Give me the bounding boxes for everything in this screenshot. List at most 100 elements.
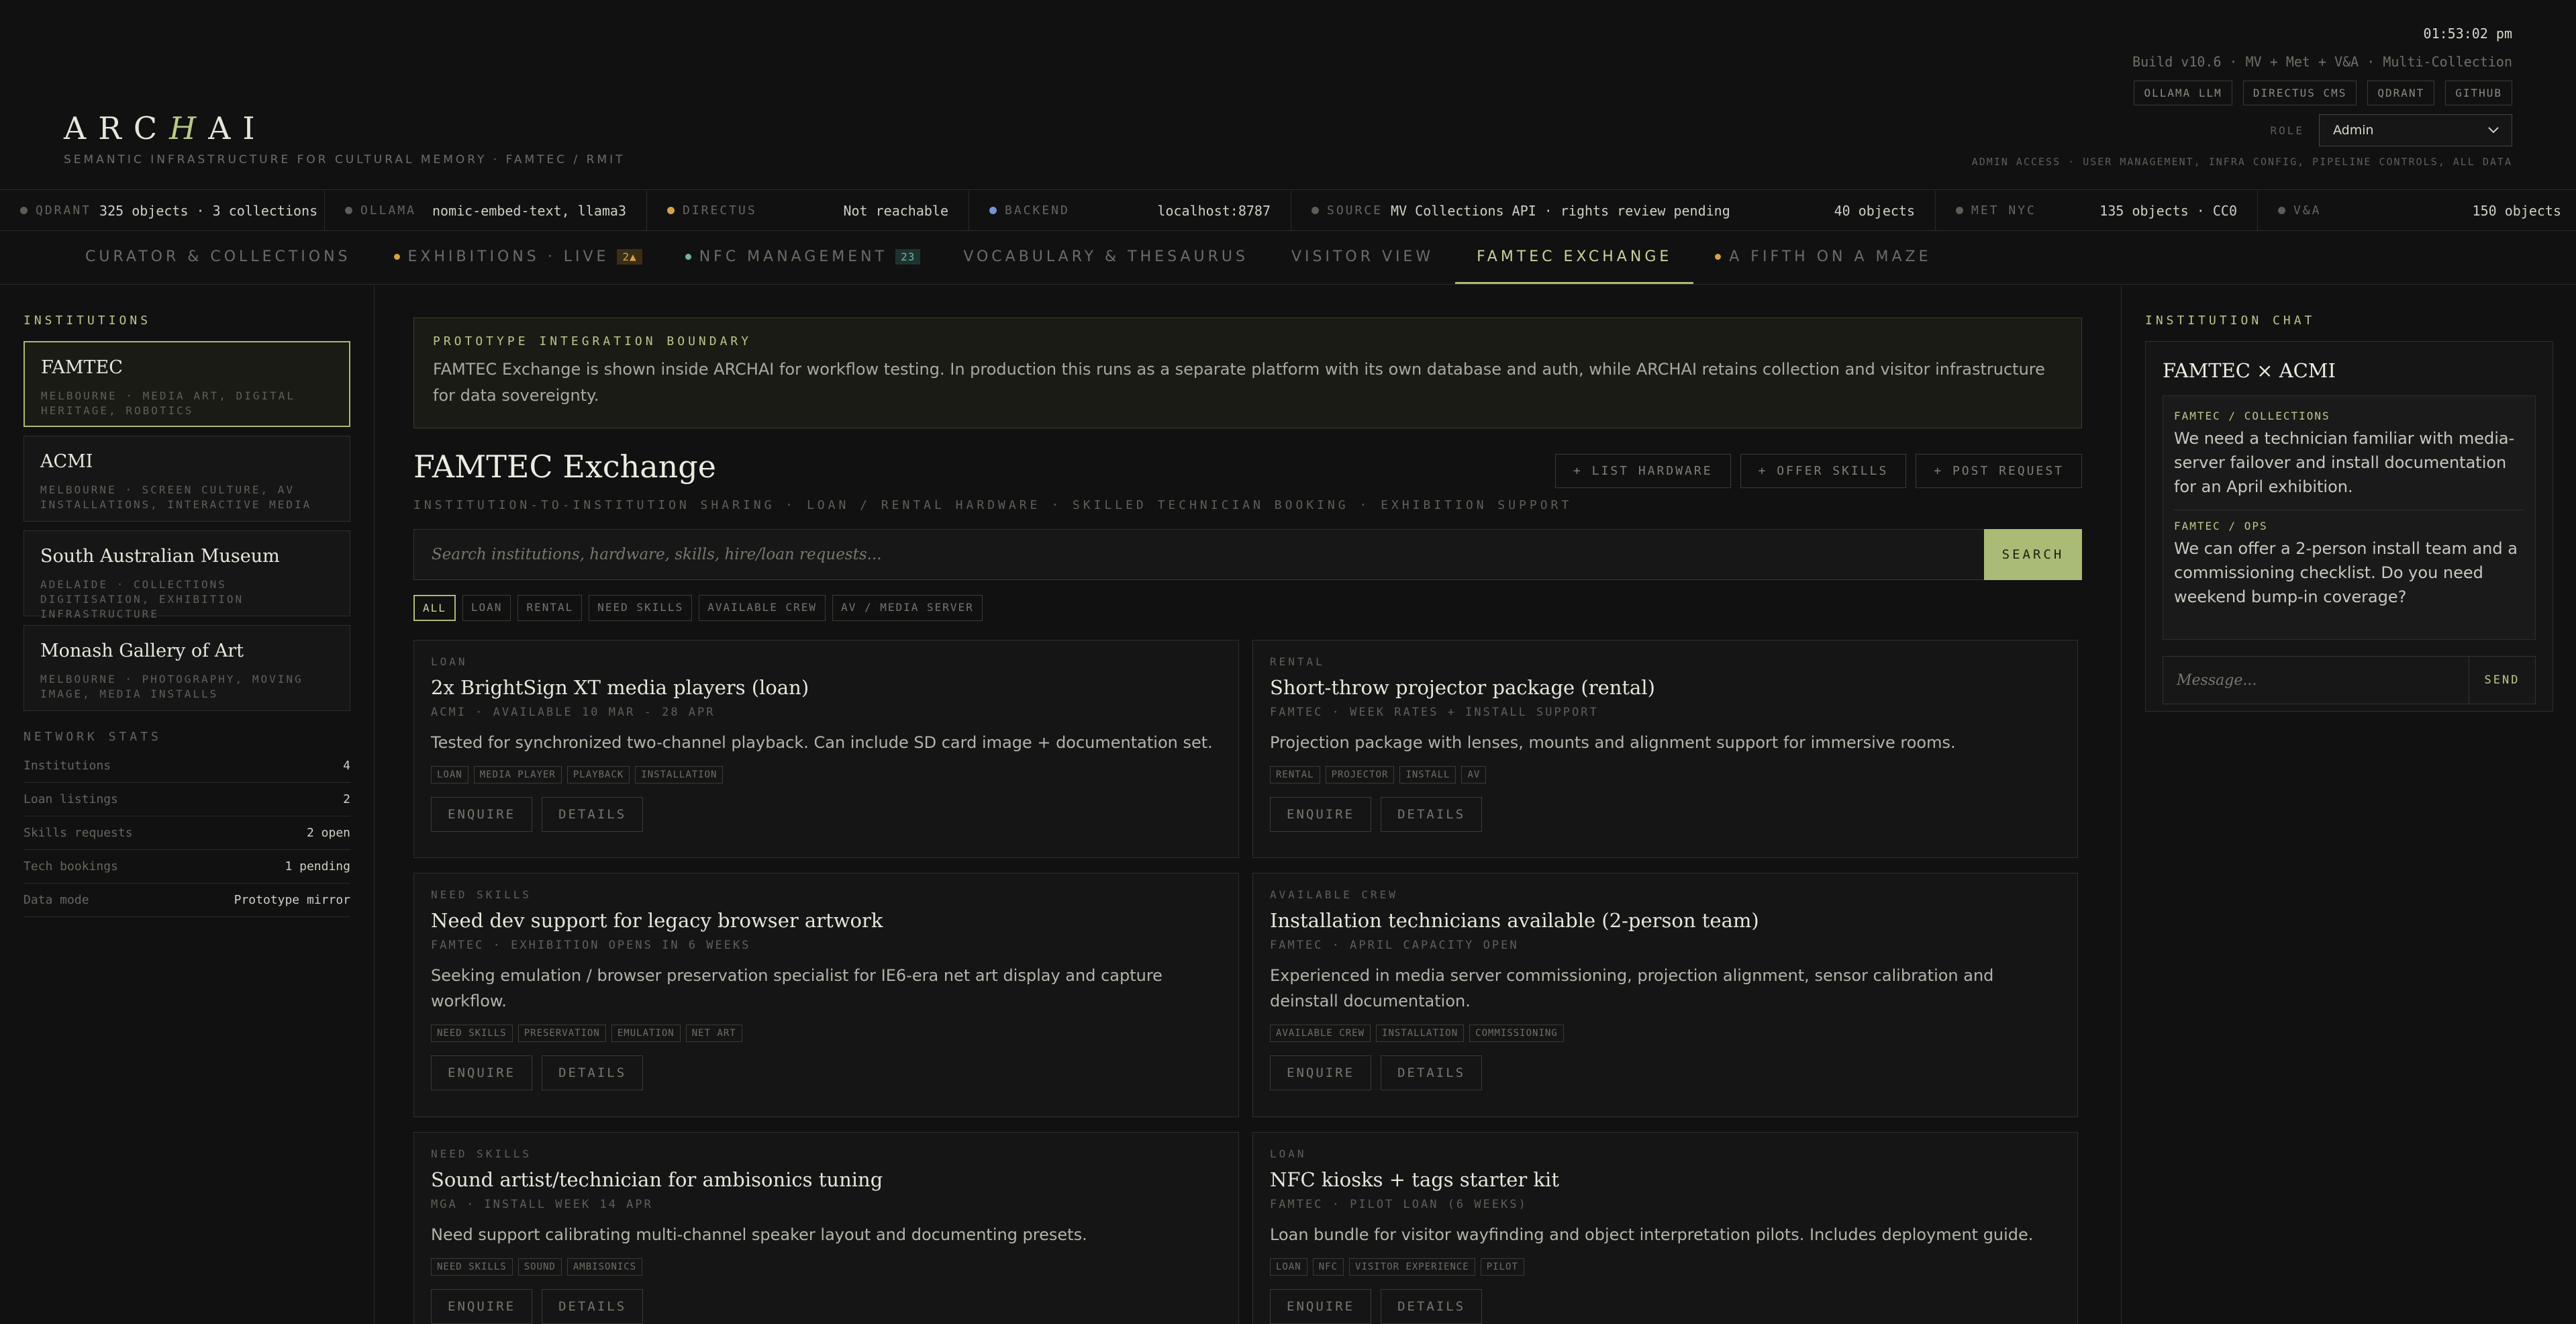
filter-rental[interactable]: RENTAL (517, 595, 583, 621)
tag: PROJECTOR (1325, 766, 1395, 784)
tab-vocabulary-thesaurus[interactable]: VOCABULARY & THESAURUS (942, 232, 1270, 284)
stat-row: Institutions 4 (23, 749, 350, 783)
listing-type: LOAN (1270, 1147, 1307, 1160)
stat-value: 1 pending (285, 859, 350, 873)
filter-av-media-server[interactable]: AV / MEDIA SERVER (832, 595, 983, 621)
chat-messages[interactable]: FAMTEC / COLLECTIONS We need a technicia… (2163, 395, 2536, 640)
stat-row: Skills requests 2 open (23, 816, 350, 850)
stat-row: Loan listings 2 (23, 783, 350, 816)
listing-buttons: ENQUIRE DETAILS (431, 1289, 1222, 1324)
tab-famtec-exchange[interactable]: FAMTEC EXCHANGE (1455, 232, 1694, 284)
offer-skills-button[interactable]: + OFFER SKILLS (1740, 454, 1907, 488)
filter-loan[interactable]: LOAN (462, 595, 511, 621)
details-button[interactable]: DETAILS (1381, 1289, 1483, 1324)
tab-exhibitions-live[interactable]: EXHIBITIONS · LIVE 2▲ (373, 232, 664, 284)
status-source: SOURCE MV Collections API · rights review… (1291, 190, 1936, 231)
listing-title[interactable]: Short-throw projector package (rental) (1270, 676, 2061, 699)
maze-dot-icon (1715, 254, 1722, 260)
network-stats-title: NETWORK STATS (23, 730, 162, 744)
stat-value: 2 open (306, 826, 350, 840)
tag: VISITOR EXPERIENCE (1349, 1258, 1475, 1276)
enquire-button[interactable]: ENQUIRE (431, 1055, 533, 1090)
stat-label: Data mode (23, 893, 89, 907)
listing-title[interactable]: 2x BrightSign XT media players (loan) (431, 676, 1222, 699)
role-selector-row: ROLE Admin (2270, 114, 2512, 146)
qdrant-link[interactable]: QDRANT (2367, 81, 2435, 105)
tab-a-fifth-on-a-maze[interactable]: A FIFTH ON A MAZE (1693, 232, 1952, 284)
page-title: FAMTEC Exchange (413, 448, 716, 485)
details-button[interactable]: DETAILS (542, 797, 644, 832)
tab-label: EXHIBITIONS · LIVE (407, 248, 609, 265)
live-dot-icon (393, 254, 400, 260)
chat-message: FAMTEC / OPS We can offer a 2-person ins… (2174, 510, 2524, 620)
service-links: OLLAMA LLM DIRECTUS CMS QDRANT GITHUB (2134, 81, 2512, 105)
enquire-button[interactable]: ENQUIRE (1270, 1289, 1372, 1324)
post-request-button[interactable]: + POST REQUEST (1916, 454, 2082, 488)
listing-tags: AVAILABLE CREW INSTALLATION COMMISSIONIN… (1270, 1025, 2061, 1042)
stat-label: Institutions (23, 759, 111, 773)
list-hardware-button[interactable]: + LIST HARDWARE (1555, 454, 1731, 488)
listing-title[interactable]: Sound artist/technician for ambisonics t… (431, 1168, 1222, 1191)
tab-nfc-management[interactable]: NFC MANAGEMENT 23 (664, 232, 942, 284)
enquire-button[interactable]: ENQUIRE (431, 1289, 533, 1324)
filter-all[interactable]: ALL (413, 595, 456, 621)
listing-buttons: ENQUIRE DETAILS (431, 797, 1222, 832)
clock: 01:53:02 pm (2423, 26, 2512, 42)
details-button[interactable]: DETAILS (542, 1055, 644, 1090)
role-select[interactable]: Admin (2319, 114, 2512, 146)
listing-card: AVAILABLE CREW Installation technicians … (1252, 873, 2078, 1117)
tab-label: VOCABULARY & THESAURUS (963, 248, 1248, 265)
listing-tags: LOAN NFC VISITOR EXPERIENCE PILOT (1270, 1258, 2061, 1276)
listing-meta: MGA · INSTALL WEEK 14 APR (431, 1198, 653, 1211)
institution-card-acmi[interactable]: ACMI MELBOURNE · SCREEN CULTURE, AV INST… (23, 436, 350, 522)
institutions-title: INSTITUTIONS (23, 314, 152, 328)
filter-available-crew[interactable]: AVAILABLE CREW (699, 595, 826, 621)
tag: AMBISONICS (566, 1258, 643, 1276)
tab-visitor-view[interactable]: VISITOR VIEW (1270, 232, 1455, 284)
ollama-llm-link[interactable]: OLLAMA LLM (2134, 81, 2232, 105)
send-button[interactable]: SEND (2469, 656, 2536, 704)
institution-card-monash-gallery[interactable]: Monash Gallery of Art MELBOURNE · PHOTOG… (23, 625, 350, 711)
details-button[interactable]: DETAILS (1381, 797, 1483, 832)
details-button[interactable]: DETAILS (1381, 1055, 1483, 1090)
institution-card-south-australian-museum[interactable]: South Australian Museum ADELAIDE · COLLE… (23, 530, 350, 620)
status-value: 150 objects (2472, 202, 2561, 219)
institution-name: South Australian Museum (40, 546, 280, 567)
institution-chat-pane: INSTITUTION CHAT FAMTEC × ACMI FAMTEC / … (2121, 285, 2576, 1324)
directus-cms-link[interactable]: DIRECTUS CMS (2242, 81, 2357, 105)
logo-text-end: AI (208, 110, 267, 146)
tag: NFC (1312, 1258, 1344, 1276)
github-link[interactable]: GITHUB (2445, 81, 2512, 105)
logo-text-accent: H (169, 110, 209, 146)
tag: COMMISSIONING (1469, 1025, 1564, 1042)
nfc-dot-icon (685, 254, 691, 260)
search-input[interactable] (413, 529, 1984, 580)
details-button[interactable]: DETAILS (542, 1289, 644, 1324)
search-button[interactable]: SEARCH (1984, 529, 2082, 580)
listing-title[interactable]: Installation technicians available (2-pe… (1270, 909, 2061, 932)
listing-description: Loan bundle for visitor wayfinding and o… (1270, 1225, 2034, 1244)
message-input[interactable] (2163, 656, 2469, 704)
listing-title[interactable]: NFC kiosks + tags starter kit (1270, 1168, 2061, 1191)
tab-curator-collections[interactable]: CURATOR & COLLECTIONS (64, 232, 373, 284)
chat-section-title: INSTITUTION CHAT (2145, 314, 2316, 328)
tag: EMULATION (611, 1025, 681, 1042)
enquire-button[interactable]: ENQUIRE (431, 797, 533, 832)
institution-card-famtec[interactable]: FAMTEC MELBOURNE · MEDIA ART, DIGITAL HE… (23, 341, 350, 427)
listing-title[interactable]: Need dev support for legacy browser artw… (431, 909, 1222, 932)
status-value: 135 objects · CC0 (2099, 202, 2237, 219)
listing-tags: RENTAL PROJECTOR INSTALL AV (1270, 766, 2061, 784)
status-qdrant: QDRANT 325 objects · 3 collections (0, 190, 325, 231)
filter-chips: ALL LOAN RENTAL NEED SKILLS AVAILABLE CR… (413, 595, 2082, 621)
filter-need-skills[interactable]: NEED SKILLS (589, 595, 693, 621)
role-label: ROLE (2270, 124, 2304, 137)
enquire-button[interactable]: ENQUIRE (1270, 797, 1372, 832)
enquire-button[interactable]: ENQUIRE (1270, 1055, 1372, 1090)
chevron-down-icon (2488, 127, 2499, 134)
listing-description: Tested for synchronized two-channel play… (431, 733, 1213, 752)
tag: AVAILABLE CREW (1270, 1025, 1371, 1042)
listing-tags: NEED SKILLS PRESERVATION EMULATION NET A… (431, 1025, 1222, 1042)
stat-row: Tech bookings 1 pending (23, 850, 350, 884)
archai-logo[interactable]: ARCHAI (64, 110, 267, 146)
status-label: MET NYC (1971, 203, 2036, 218)
